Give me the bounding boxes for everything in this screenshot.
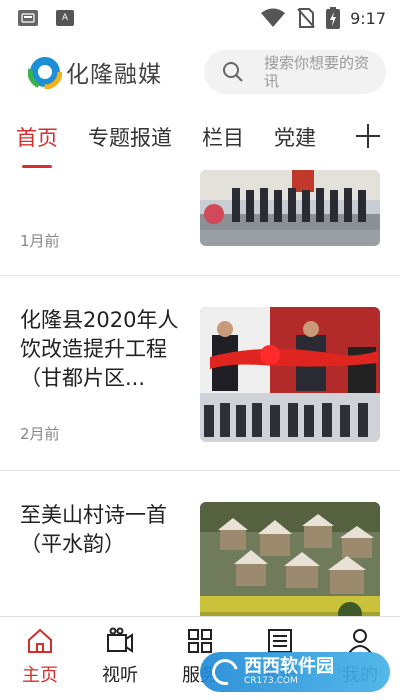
nav-video[interactable]: 视听 [80,617,160,700]
search-box[interactable]: 搜索你想要的资讯 [204,50,386,94]
wifi-icon [261,8,286,27]
user-icon [348,629,372,654]
logo-text: 化隆融媒 [66,62,162,88]
logo-mark-icon [28,55,62,89]
news-thumbnail [200,307,380,442]
notification-icon [18,10,38,26]
clock: 9:17 [350,8,386,28]
news-thumbnail [200,502,380,616]
tab-columns[interactable]: 栏目 [202,112,244,170]
news-feed: 1月前 化隆县2020年人饮改造提升工程（甘都片区... 2月前 至美山村诗一首… [0,170,400,616]
home-icon [28,628,52,653]
news-thumbnail [200,170,380,246]
video-icon [107,627,133,653]
news-title: 至美山村诗一首（平水韵） [20,503,167,556]
status-left: A [18,10,74,26]
battery-charging-icon [326,7,341,29]
category-tabs: 首页 专题报道 栏目 党建 [0,112,400,170]
nav-video-label: 视听 [102,665,138,686]
newspaper-icon [268,629,292,653]
watermark-logo-icon [207,654,243,690]
news-card[interactable]: 1月前 [0,170,400,276]
news-time: 2月前 [20,425,60,443]
news-time: 1月前 [20,232,60,250]
search-placeholder: 搜索你想要的资讯 [264,54,370,90]
search-icon [223,62,243,82]
news-card[interactable]: 至美山村诗一首（平水韵） [0,471,400,616]
tab-special-reports[interactable]: 专题报道 [88,112,172,170]
header: 化隆融媒 搜索你想要的资讯 [0,44,400,100]
no-sim-icon [297,8,315,28]
news-card[interactable]: 化隆县2020年人饮改造提升工程（甘都片区... 2月前 [0,276,400,471]
status-right: 9:17 [260,7,386,29]
add-tab-icon[interactable] [356,124,380,148]
app-logo[interactable]: 化隆融媒 [28,55,162,89]
status-bar: A 9:17 [0,0,400,36]
app-a-icon: A [56,10,74,26]
nav-home[interactable]: 主页 [0,617,80,700]
nav-home-label: 主页 [22,665,58,686]
grid-icon [188,629,212,653]
site-watermark: 西西软件园 CR173.COM [200,652,390,692]
news-title: 化隆县2020年人饮改造提升工程（甘都片区... [20,308,179,390]
tab-home[interactable]: 首页 [16,112,58,170]
tab-party-building[interactable]: 党建 [274,112,316,170]
watermark-text: 西西软件园 [244,656,334,678]
watermark-subtext: CR173.COM [244,675,298,686]
